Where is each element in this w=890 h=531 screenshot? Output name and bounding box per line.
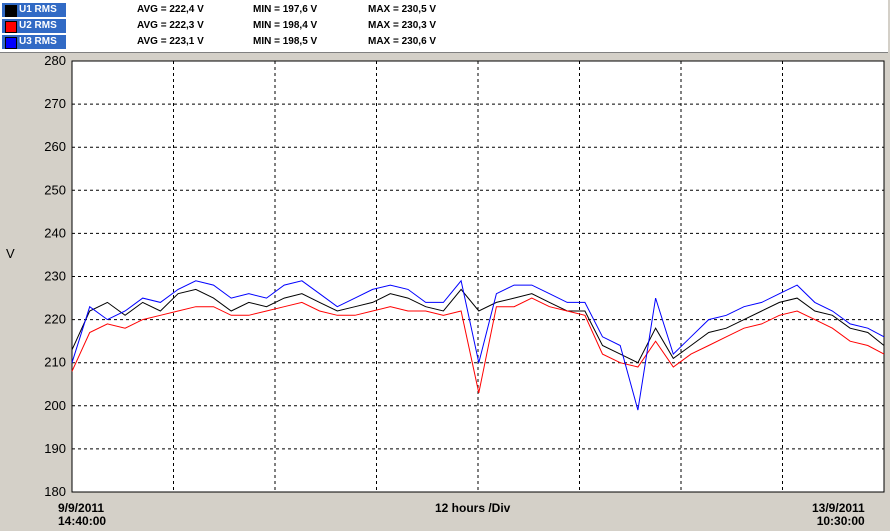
legend-key-u3[interactable]: U3 RMS [2, 35, 66, 49]
y-tick-label: 230 [44, 269, 66, 284]
avg-value: AVG = 222,3 V [137, 20, 204, 31]
y-tick-label: 270 [44, 96, 66, 111]
legend-label: U1 RMS [19, 4, 57, 15]
voltage-chart[interactable]: 180 190 200 210 220 230 240 250 260 270 280 V [0, 53, 890, 531]
chart-area: 180 190 200 210 220 230 240 250 260 270 280 V 9/9/… [0, 53, 890, 531]
legend-label: U2 RMS [19, 20, 57, 31]
y-tick-label: 280 [44, 53, 66, 68]
legend-row-u1: U1 RMS AVG = 222,4 V MIN = 197,6 V MAX =… [0, 2, 888, 18]
y-tick-label: 200 [44, 398, 66, 413]
legend-key-u2[interactable]: U2 RMS [2, 19, 66, 33]
min-value: MIN = 197,6 V [253, 4, 318, 15]
y-tick-label: 190 [44, 441, 66, 456]
y-tick-label: 260 [44, 139, 66, 154]
x-division-label: 12 hours /Div [435, 501, 511, 515]
legend-row-u3: U3 RMS AVG = 223,1 V MIN = 198,5 V MAX =… [0, 34, 888, 50]
legend-label: U3 RMS [19, 36, 57, 47]
legend-key-u1[interactable]: U1 RMS [2, 3, 66, 17]
avg-value: AVG = 222,4 V [137, 4, 204, 15]
x-end-time: 10:30:00 [816, 514, 865, 528]
avg-value: AVG = 223,1 V [137, 36, 204, 47]
x-start-label: 9/9/2011 14:40:00 [58, 502, 106, 528]
y-tick-label: 220 [44, 312, 66, 327]
series-color-swatch-u3 [5, 37, 17, 49]
x-end-label: 13/9/2011 10:30:00 [812, 502, 865, 528]
y-tick-label: 240 [44, 225, 66, 240]
series-color-swatch-u1 [5, 5, 17, 17]
x-start-time: 14:40:00 [58, 514, 107, 528]
min-value: MIN = 198,4 V [253, 20, 318, 31]
max-value: MAX = 230,3 V [368, 20, 437, 31]
series-color-swatch-u2 [5, 21, 17, 33]
y-axis-ticks: 180 190 200 210 220 230 240 250 260 270 280 [44, 53, 66, 499]
legend-row-u2: U2 RMS AVG = 222,3 V MIN = 198,4 V MAX =… [0, 18, 888, 34]
y-tick-label: 250 [44, 182, 66, 197]
max-value: MAX = 230,5 V [368, 4, 437, 15]
legend-panel: U1 RMS AVG = 222,4 V MIN = 197,6 V MAX =… [0, 0, 888, 53]
y-tick-label: 210 [44, 355, 66, 370]
y-tick-label: 180 [44, 484, 66, 499]
min-value: MIN = 198,5 V [253, 36, 318, 47]
y-axis-label: V [6, 246, 15, 261]
max-value: MAX = 230,6 V [368, 36, 437, 47]
